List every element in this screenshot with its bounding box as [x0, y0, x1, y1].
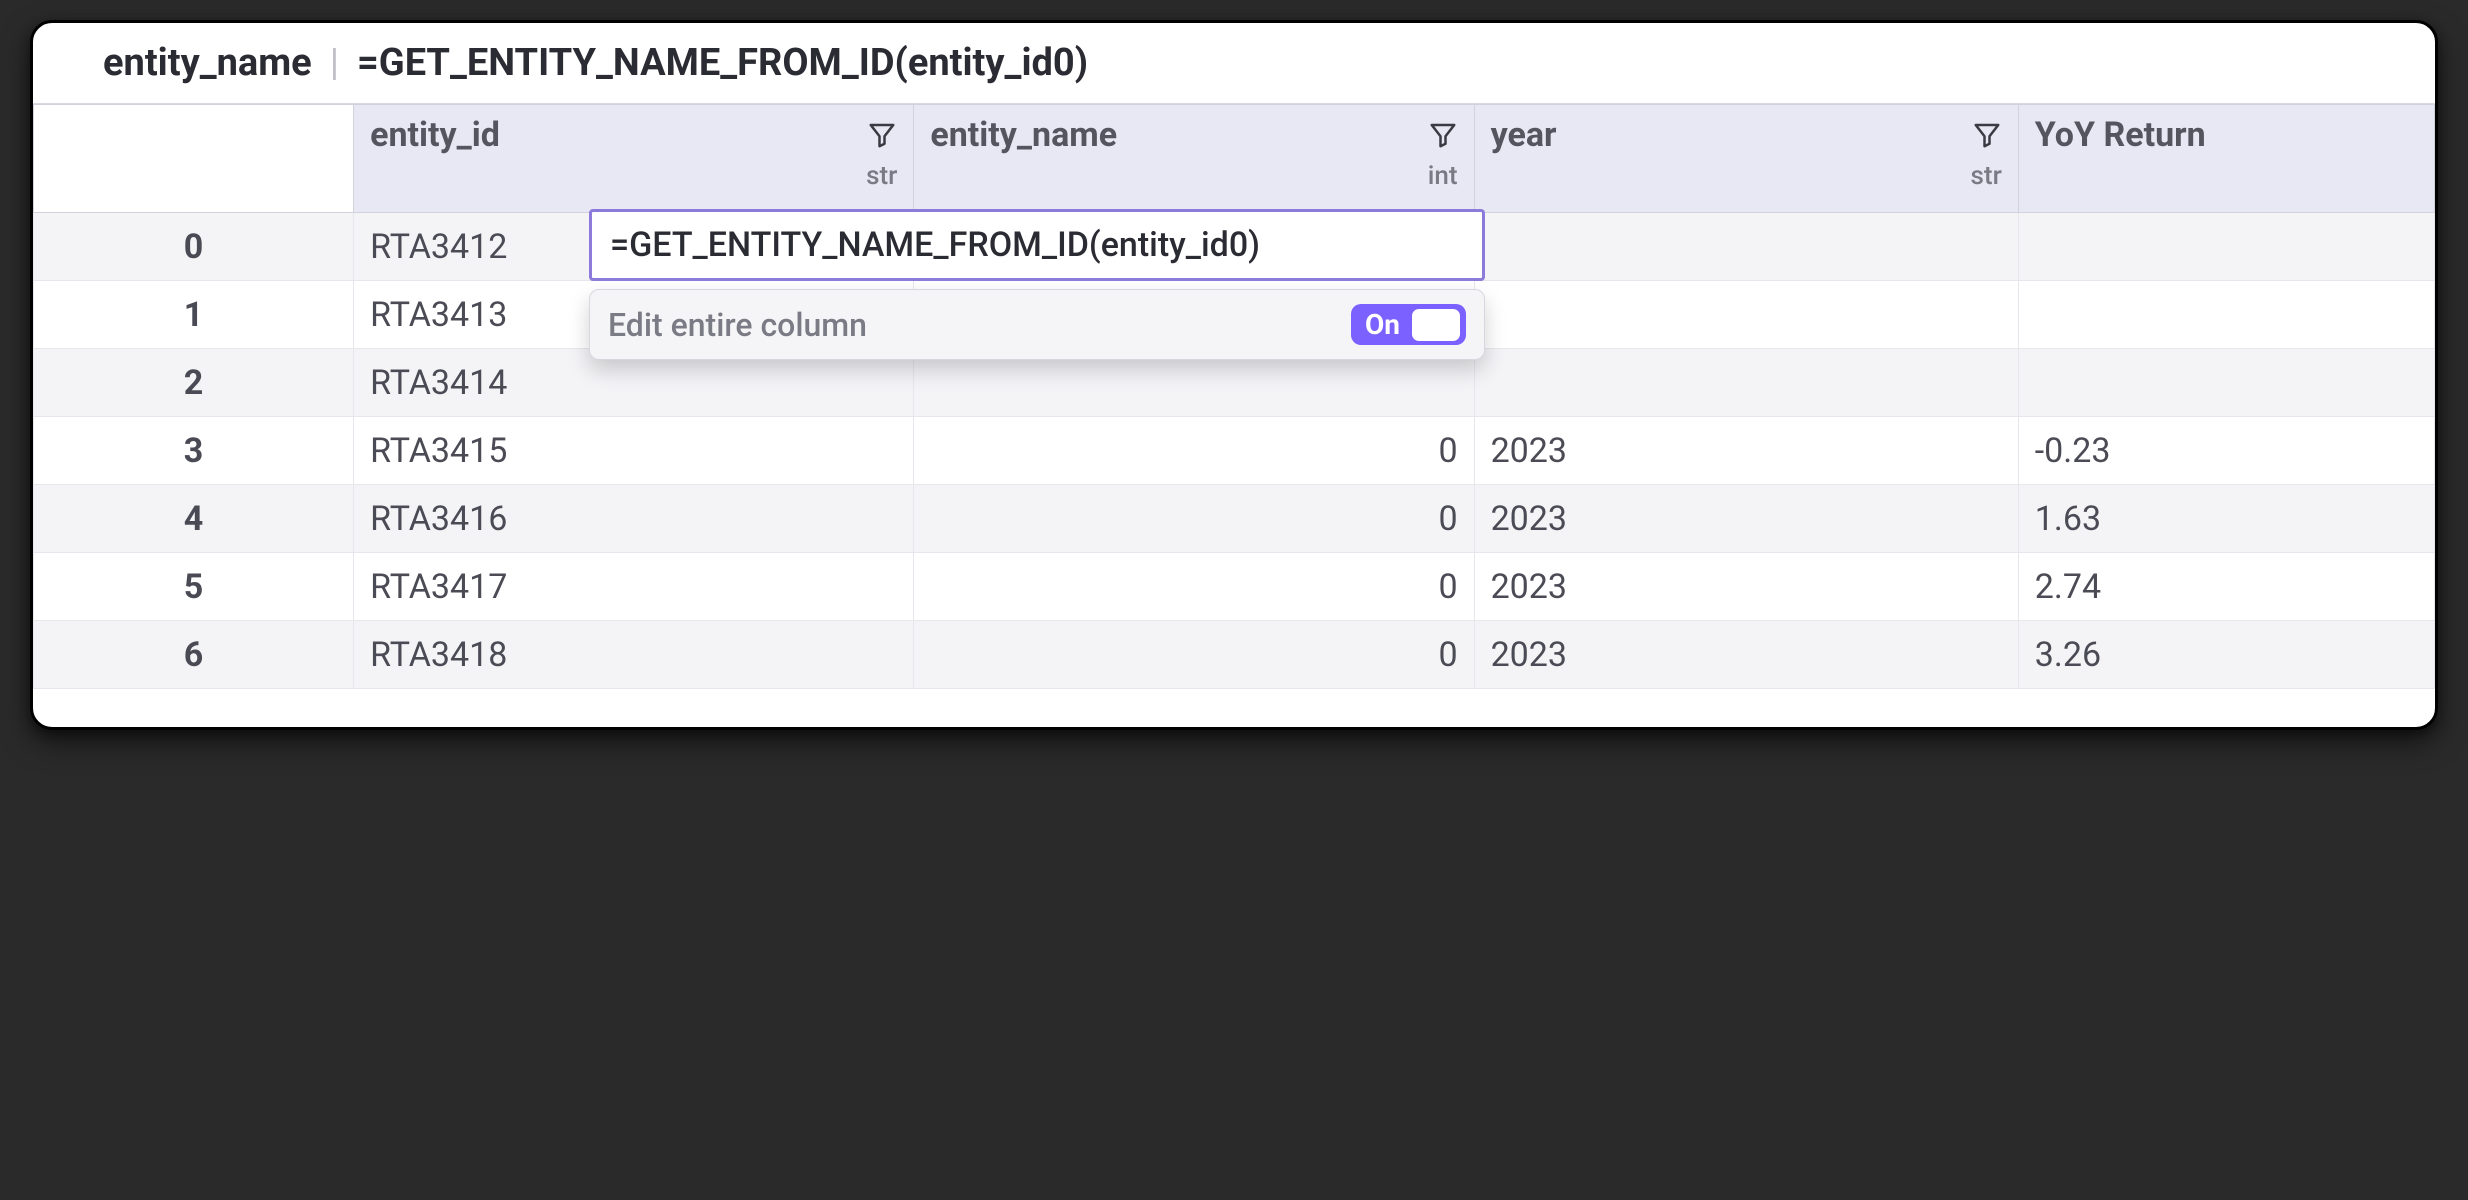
cell-entity-id[interactable]: RTA3417 — [354, 553, 914, 621]
active-column-label: entity_name — [103, 41, 312, 85]
row-index: 4 — [34, 485, 354, 553]
row-index: 2 — [34, 349, 354, 417]
cell-entity-name[interactable]: 0 — [914, 553, 1474, 621]
cell-entity-name[interactable]: 0 — [914, 621, 1474, 689]
table-row[interactable]: 3 RTA3415 0 2023 -0.23 — [34, 417, 2435, 485]
cell-yoy[interactable]: 3.26 — [2018, 621, 2434, 689]
filter-icon[interactable] — [1428, 120, 1458, 150]
formula-text[interactable]: =GET_ENTITY_NAME_FROM_ID(entity_id0) — [357, 41, 1088, 85]
column-name: year — [1491, 115, 1557, 155]
column-header-entity-name[interactable]: entity_name int — [914, 105, 1474, 213]
cell-yoy[interactable]: -0.23 — [2018, 417, 2434, 485]
index-column-header — [34, 105, 354, 213]
cell-year[interactable]: 2023 — [1474, 417, 2018, 485]
cell-yoy[interactable] — [2018, 281, 2434, 349]
row-index: 6 — [34, 621, 354, 689]
column-header-entity-id[interactable]: entity_id str — [354, 105, 914, 213]
row-index: 3 — [34, 417, 354, 485]
cell-entity-id[interactable]: RTA3418 — [354, 621, 914, 689]
edit-entire-column-label: Edit entire column — [608, 306, 867, 344]
cell-year[interactable] — [1474, 213, 2018, 281]
spreadsheet-panel: entity_name | =GET_ENTITY_NAME_FROM_ID(e… — [30, 20, 2438, 730]
cell-year[interactable]: 2023 — [1474, 621, 2018, 689]
formula-separator: | — [330, 41, 339, 85]
table-row[interactable]: 5 RTA3417 0 2023 2.74 — [34, 553, 2435, 621]
toggle-label: On — [1365, 308, 1400, 341]
column-header-yoy-return[interactable]: YoY Return — [2018, 105, 2434, 213]
cell-editor: Edit entire column On — [589, 209, 1485, 360]
cell-entity-id[interactable]: RTA3415 — [354, 417, 914, 485]
cell-year[interactable]: 2023 — [1474, 485, 2018, 553]
cell-year[interactable]: 2023 — [1474, 553, 2018, 621]
formula-input[interactable] — [589, 209, 1485, 281]
cell-year[interactable] — [1474, 349, 2018, 417]
cell-year[interactable] — [1474, 281, 2018, 349]
column-name: entity_id — [370, 115, 500, 155]
row-index: 0 — [34, 213, 354, 281]
column-name: entity_name — [930, 115, 1117, 155]
formula-bar: entity_name | =GET_ENTITY_NAME_FROM_ID(e… — [33, 23, 2435, 104]
cell-yoy[interactable] — [2018, 349, 2434, 417]
column-type: int — [1428, 161, 1458, 191]
table-row[interactable]: 6 RTA3418 0 2023 3.26 — [34, 621, 2435, 689]
filter-icon[interactable] — [1972, 120, 2002, 150]
cell-entity-name[interactable]: 0 — [914, 485, 1474, 553]
cell-yoy[interactable]: 1.63 — [2018, 485, 2434, 553]
column-type: str — [866, 161, 897, 191]
cell-yoy[interactable]: 2.74 — [2018, 553, 2434, 621]
row-index: 5 — [34, 553, 354, 621]
toggle-knob — [1412, 309, 1460, 341]
table-row[interactable]: 4 RTA3416 0 2023 1.63 — [34, 485, 2435, 553]
editor-dropdown: Edit entire column On — [589, 289, 1485, 360]
column-type: str — [1971, 161, 2002, 191]
filter-icon[interactable] — [867, 120, 897, 150]
cell-yoy[interactable] — [2018, 213, 2434, 281]
edit-entire-column-toggle[interactable]: On — [1351, 304, 1466, 345]
cell-entity-name[interactable]: 0 — [914, 417, 1474, 485]
cell-entity-id[interactable]: RTA3416 — [354, 485, 914, 553]
data-grid: entity_id str entity_name — [33, 104, 2435, 689]
column-name: YoY Return — [2035, 115, 2206, 155]
column-header-year[interactable]: year str — [1474, 105, 2018, 213]
row-index: 1 — [34, 281, 354, 349]
